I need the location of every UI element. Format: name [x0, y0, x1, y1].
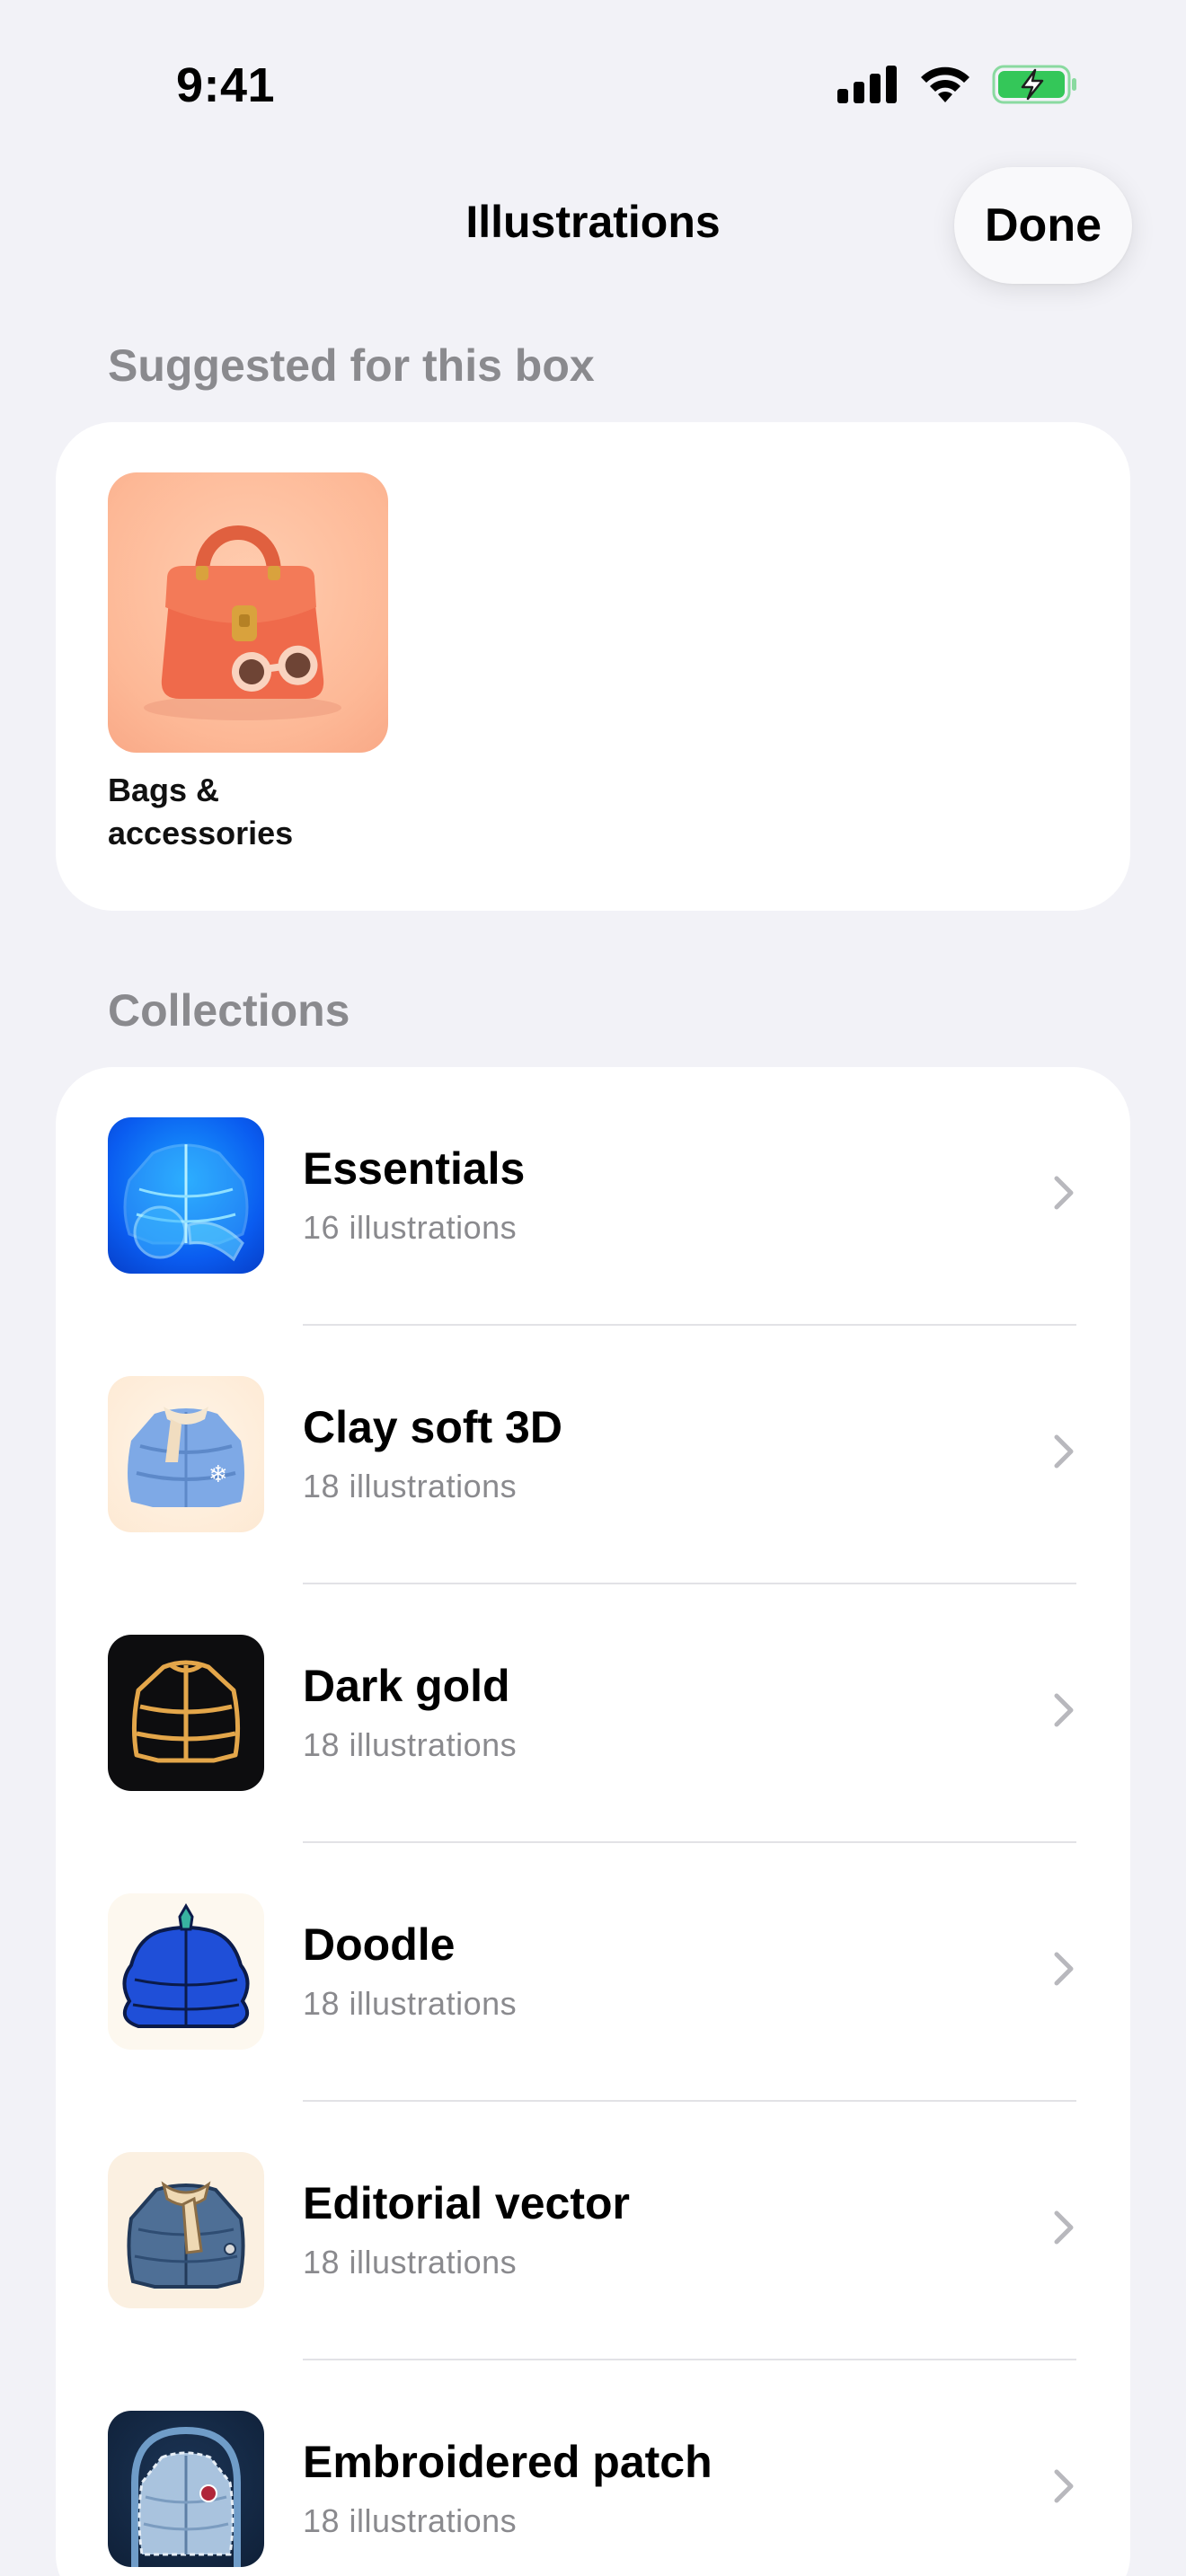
- clay-puffer-jacket-icon: ❄: [108, 1376, 264, 1532]
- patch-jacket-icon: [108, 2411, 264, 2567]
- collection-row-dark-gold[interactable]: Dark gold 18 illustrations: [56, 1584, 1130, 1843]
- blue-wireframe-jacket-icon: [108, 1117, 264, 1274]
- status-icons: [837, 65, 1078, 104]
- collection-count: 18 illustrations: [303, 2244, 518, 2280]
- chevron-right-icon: [1054, 1434, 1074, 1469]
- collection-count: 18 illustrations: [303, 2502, 518, 2539]
- status-time: 9:41: [176, 58, 276, 112]
- suggested-section-header: Suggested for this box: [108, 340, 595, 391]
- collection-row-editorial-vector[interactable]: Editorial vector 18 illustrations: [56, 2102, 1130, 2360]
- handbag-illustration-icon: [108, 472, 388, 753]
- chevron-right-icon: [1054, 1693, 1074, 1727]
- suggested-card: Bags & accessories: [56, 422, 1130, 911]
- collection-title: Clay soft 3D: [303, 1402, 562, 1452]
- suggested-tile-label: Bags & accessories: [108, 772, 294, 851]
- collections-card: Essentials 16 illustrations ❄ Clay soft …: [56, 1067, 1130, 2576]
- chevron-right-icon: [1054, 2469, 1074, 2503]
- collection-title: Embroidered patch: [303, 2437, 712, 2487]
- collection-count: 18 illustrations: [303, 1468, 518, 1504]
- collection-row-embroidered-patch[interactable]: Embroidered patch 18 illustrations: [56, 2360, 1130, 2576]
- collection-title: Doodle: [303, 1919, 456, 1970]
- collection-row-clay-soft-3d[interactable]: ❄ Clay soft 3D 18 illustrations: [56, 1326, 1130, 1584]
- cellular-signal-icon: [837, 66, 897, 103]
- wifi-icon: [921, 66, 969, 102]
- collection-row-essentials[interactable]: Essentials 16 illustrations: [56, 1067, 1130, 1326]
- chevron-right-icon: [1054, 1952, 1074, 1986]
- collection-count: 18 illustrations: [303, 1726, 518, 1763]
- svg-text:❄: ❄: [208, 1461, 228, 1488]
- chevron-right-icon: [1054, 2210, 1074, 2245]
- chevron-right-icon: [1054, 1176, 1074, 1210]
- gold-outline-jacket-icon: [108, 1635, 264, 1791]
- collection-title: Editorial vector: [303, 2178, 630, 2228]
- illustrations-screen: 9:41 Illustrations Done Suggested for th…: [0, 0, 1186, 2576]
- battery-charging-icon: [992, 65, 1076, 104]
- collection-count: 16 illustrations: [303, 1209, 518, 1246]
- collection-count: 18 illustrations: [303, 1985, 518, 2022]
- collection-title: Essentials: [303, 1143, 526, 1194]
- collection-title: Dark gold: [303, 1661, 510, 1711]
- done-button[interactable]: Done: [954, 167, 1132, 284]
- collection-row-doodle[interactable]: Doodle 18 illustrations: [56, 1843, 1130, 2102]
- suggested-tile-bags[interactable]: Bags & accessories: [108, 472, 388, 855]
- collections-section-header: Collections: [108, 985, 350, 1036]
- doodle-jacket-icon: [108, 1893, 264, 2050]
- vector-jacket-scarf-icon: [108, 2152, 264, 2308]
